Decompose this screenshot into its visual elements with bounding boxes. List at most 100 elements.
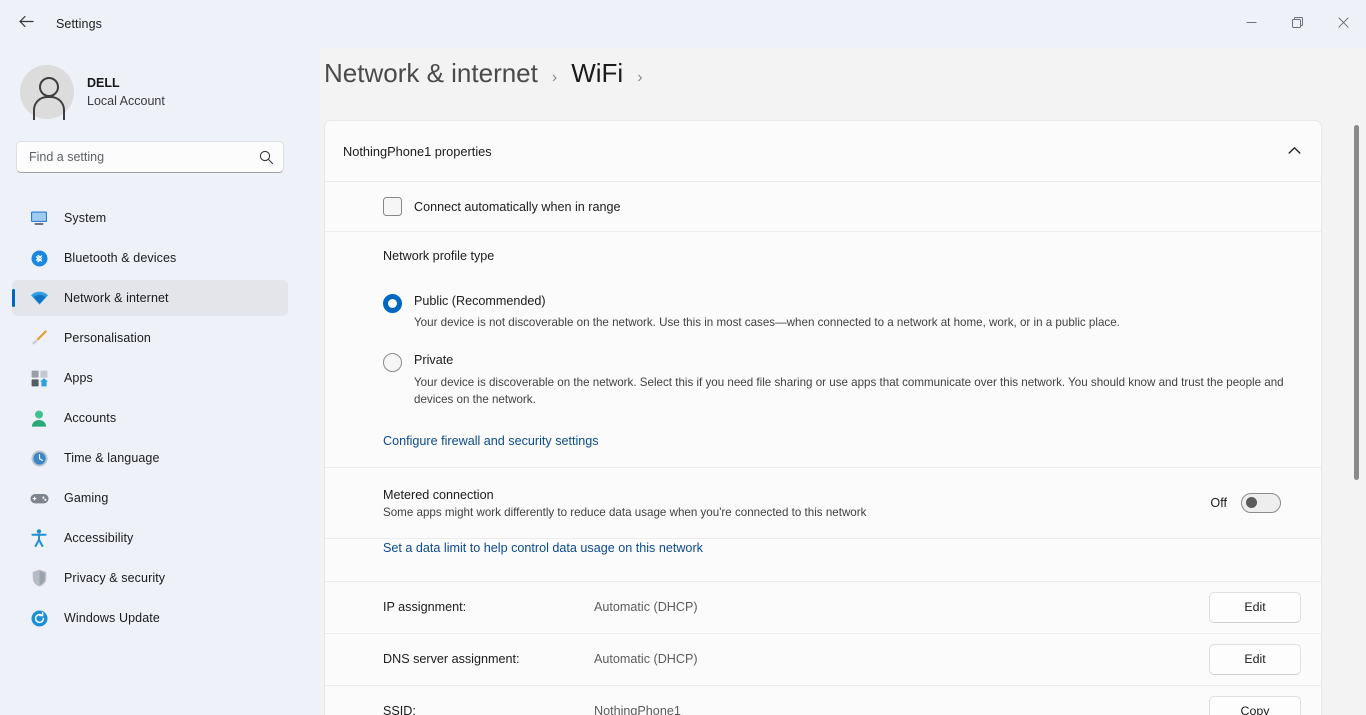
- breadcrumb: Network & internet › WiFi ›: [324, 58, 1366, 89]
- radio-option-private[interactable]: Private Your device is discoverable on t…: [383, 351, 1301, 408]
- sidebar-item-label: Windows Update: [64, 611, 160, 625]
- sidebar: DELL Local Account System: [0, 48, 320, 715]
- radio-label: Public (Recommended): [414, 294, 546, 308]
- checkbox-box: [383, 197, 402, 216]
- back-button[interactable]: [9, 9, 43, 39]
- detail-value: NothingPhone1: [594, 704, 681, 715]
- chevron-right-icon: ›: [637, 69, 643, 86]
- sidebar-item-network-internet[interactable]: Network & internet: [12, 280, 288, 316]
- search-box[interactable]: [16, 141, 284, 173]
- update-icon: [28, 608, 50, 628]
- title-bar: Settings: [0, 0, 1366, 48]
- shield-icon: [28, 568, 50, 588]
- network-profile-type-heading: Network profile type: [383, 249, 495, 263]
- metered-toggle-group: Off: [1210, 492, 1281, 513]
- clock-icon: [28, 448, 50, 468]
- sidebar-item-personalisation[interactable]: Personalisation: [12, 320, 288, 356]
- metered-connection-toggle[interactable]: [1241, 492, 1281, 513]
- app-title: Settings: [56, 17, 102, 31]
- restore-icon: [1291, 15, 1303, 33]
- close-button[interactable]: [1320, 0, 1366, 48]
- scrollbar-thumb[interactable]: [1354, 125, 1359, 480]
- network-properties-card: NothingPhone1 properties Connect automat…: [324, 120, 1322, 715]
- radio-indicator: [383, 294, 402, 313]
- breadcrumb-root[interactable]: Network & internet: [324, 58, 538, 89]
- sidebar-item-system[interactable]: System: [12, 200, 288, 236]
- user-account-card[interactable]: DELL Local Account: [20, 61, 260, 123]
- sidebar-item-windows-update[interactable]: Windows Update: [12, 600, 288, 636]
- sidebar-item-bluetooth-devices[interactable]: Bluetooth & devices: [12, 240, 288, 276]
- sidebar-item-label: Gaming: [64, 491, 109, 505]
- maximize-button[interactable]: [1274, 0, 1320, 48]
- dns-assignment-row: DNS server assignment: Automatic (DHCP) …: [325, 634, 1321, 686]
- ssid-row: SSID: NothingPhone1 Copy: [325, 686, 1321, 715]
- accessibility-icon: [28, 528, 50, 548]
- search-input[interactable]: [17, 150, 249, 164]
- radio-option-public[interactable]: Public (Recommended) Your device is not …: [383, 292, 1301, 331]
- metered-connection-section: Metered connection Some apps might work …: [325, 468, 1321, 539]
- account-icon: [28, 408, 50, 428]
- sidebar-item-privacy-security[interactable]: Privacy & security: [12, 560, 288, 596]
- account-type: Local Account: [87, 94, 165, 108]
- ssid-copy-button[interactable]: Copy: [1209, 695, 1301, 715]
- search-icon: [249, 150, 283, 165]
- sidebar-item-label: Bluetooth & devices: [64, 251, 177, 265]
- account-name: DELL: [87, 75, 120, 90]
- sidebar-item-accessibility[interactable]: Accessibility: [12, 520, 288, 556]
- minimize-button[interactable]: [1228, 0, 1274, 48]
- set-data-limit-link[interactable]: Set a data limit to help control data us…: [383, 541, 703, 555]
- radio-description: Your device is not discoverable on the n…: [414, 316, 1120, 330]
- metered-connection-title: Metered connection: [383, 487, 494, 502]
- bluetooth-icon: [28, 248, 50, 268]
- sidebar-item-label: Apps: [64, 371, 93, 385]
- content-scrollbar[interactable]: [1354, 125, 1359, 715]
- radio-description: Your device is discoverable on the netwo…: [414, 375, 1284, 406]
- monitor-icon: [28, 208, 50, 228]
- chevron-right-icon: ›: [551, 69, 558, 86]
- toggle-knob: [1246, 497, 1257, 509]
- sidebar-item-time-language[interactable]: Time & language: [12, 440, 288, 476]
- connect-automatically-row: Connect automatically when in range: [325, 182, 1321, 232]
- network-profile-type-section: Network profile type Public (Recommended…: [325, 232, 1321, 468]
- connect-automatically-label: Connect automatically when in range: [414, 199, 621, 214]
- sidebar-item-label: Time & language: [64, 451, 160, 465]
- content-area: Network & internet › WiFi › NothingPhone…: [320, 48, 1366, 715]
- close-icon: [1337, 15, 1349, 33]
- metered-connection-description: Some apps might work differently to redu…: [383, 505, 867, 519]
- gamepad-icon: [28, 488, 50, 508]
- sidebar-item-label: Personalisation: [64, 331, 151, 345]
- arrow-left-icon: [18, 15, 34, 33]
- sidebar-item-label: System: [64, 211, 107, 225]
- sidebar-item-label: Network & internet: [64, 291, 169, 305]
- connect-automatically-checkbox[interactable]: Connect automatically when in range: [383, 182, 1301, 231]
- apps-icon: [28, 368, 50, 388]
- paintbrush-icon: [28, 328, 50, 348]
- sidebar-item-gaming[interactable]: Gaming: [12, 480, 288, 516]
- card-title: NothingPhone1 properties: [343, 143, 492, 159]
- detail-key: DNS server assignment:: [383, 652, 520, 667]
- radio-indicator: [383, 353, 402, 373]
- dns-assignment-edit-button[interactable]: Edit: [1209, 643, 1301, 675]
- configure-firewall-link[interactable]: Configure firewall and security settings: [383, 434, 599, 448]
- radio-label: Private: [414, 353, 454, 368]
- card-header-toggle[interactable]: NothingPhone1 properties: [325, 121, 1321, 182]
- ip-assignment-row: IP assignment: Automatic (DHCP) Edit: [325, 582, 1321, 634]
- sidebar-item-accounts[interactable]: Accounts: [12, 400, 288, 436]
- detail-value: Automatic (DHCP): [594, 652, 698, 667]
- sidebar-item-label: Accessibility: [64, 531, 134, 545]
- sidebar-nav: System Bluetooth & devices Network & int…: [12, 200, 288, 640]
- detail-value: Automatic (DHCP): [594, 600, 698, 615]
- minimize-icon: [1246, 15, 1257, 33]
- ip-assignment-edit-button[interactable]: Edit: [1209, 591, 1301, 623]
- sidebar-item-label: Privacy & security: [64, 571, 166, 585]
- breadcrumb-leaf[interactable]: WiFi: [571, 58, 623, 89]
- detail-key: SSID:: [383, 704, 416, 715]
- sidebar-item-label: Accounts: [64, 411, 117, 425]
- wifi-icon: [28, 288, 50, 308]
- chevron-up-icon: [1288, 142, 1301, 160]
- metered-toggle-state: Off: [1210, 495, 1227, 510]
- data-limit-row: Set a data limit to help control data us…: [325, 539, 1321, 582]
- sidebar-item-apps[interactable]: Apps: [12, 360, 288, 396]
- person-avatar-icon: [20, 65, 74, 120]
- detail-key: IP assignment:: [383, 600, 467, 615]
